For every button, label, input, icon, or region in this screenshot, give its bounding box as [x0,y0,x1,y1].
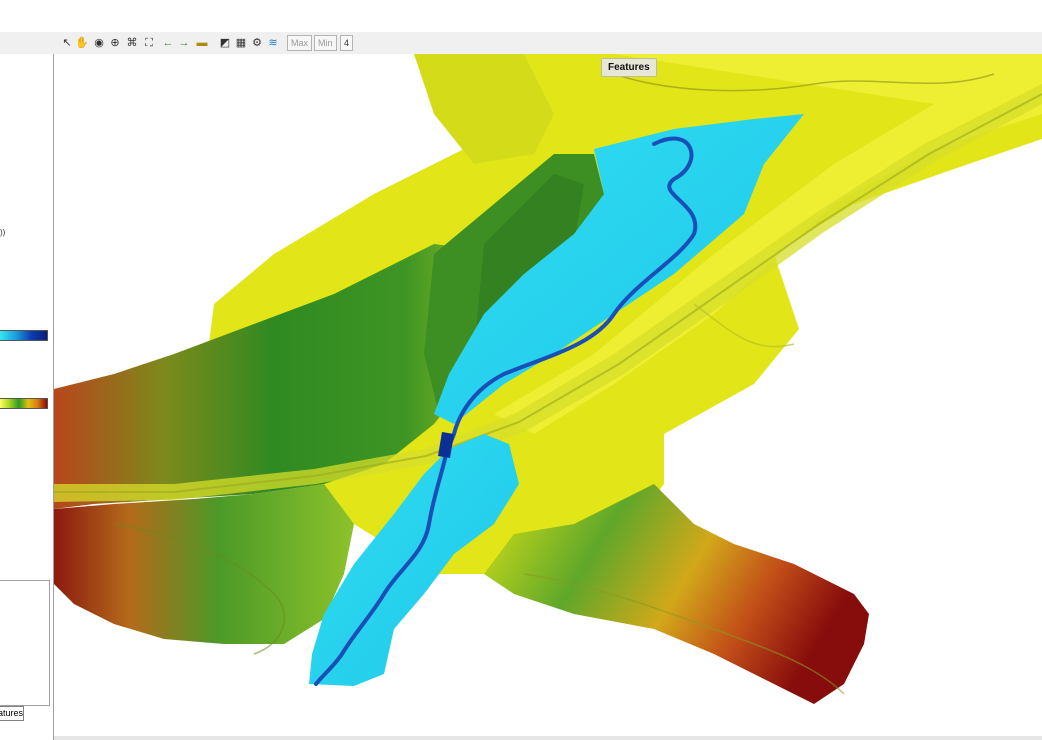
zoom-extent-icon[interactable]: ⛶ [142,36,156,50]
globe-icon[interactable]: ◉ [92,36,106,50]
select-arrow-icon[interactable]: ↖ [60,36,74,50]
features-tooltip: Features [601,58,657,77]
back-arrow-icon[interactable]: ← [161,36,175,50]
zoom-icon[interactable]: ⊕ [108,36,122,50]
fit-extent-icon[interactable]: ⌘ [125,36,139,50]
min-button[interactable]: Min [314,35,337,51]
forward-arrow-icon[interactable]: → [177,36,191,50]
status-strip [54,736,1042,740]
tab-features[interactable]: Features [0,706,24,721]
legend-text-fragment: )) [0,228,6,237]
terrain-southwest-hills [54,484,354,644]
terrain-map [54,54,1042,704]
measure-icon[interactable]: ▬ [195,36,209,50]
title-bar [0,0,1042,32]
map-viewport[interactable] [54,54,1042,736]
legend-panel: )) Features [0,54,54,740]
elevation-color-scale [0,398,48,409]
water-layer-icon[interactable]: ≋ [266,36,280,50]
pan-hand-icon[interactable]: ✋ [75,36,89,50]
features-panel [0,580,50,706]
grid-icon[interactable]: ▦ [234,36,248,50]
max-button[interactable]: Max [287,35,313,51]
gear-icon[interactable]: ⚙ [250,36,264,50]
layer-icon[interactable]: ◩ [218,36,232,50]
map-toolbar: ↖ ✋ ◉ ⊕ ⌘ ⛶ ← → ▬ ◩ ▦ ⚙ ≋ Max Min 4 [0,32,1042,55]
more-button[interactable]: 4 [340,35,354,51]
water-depth-color-scale [0,330,48,341]
